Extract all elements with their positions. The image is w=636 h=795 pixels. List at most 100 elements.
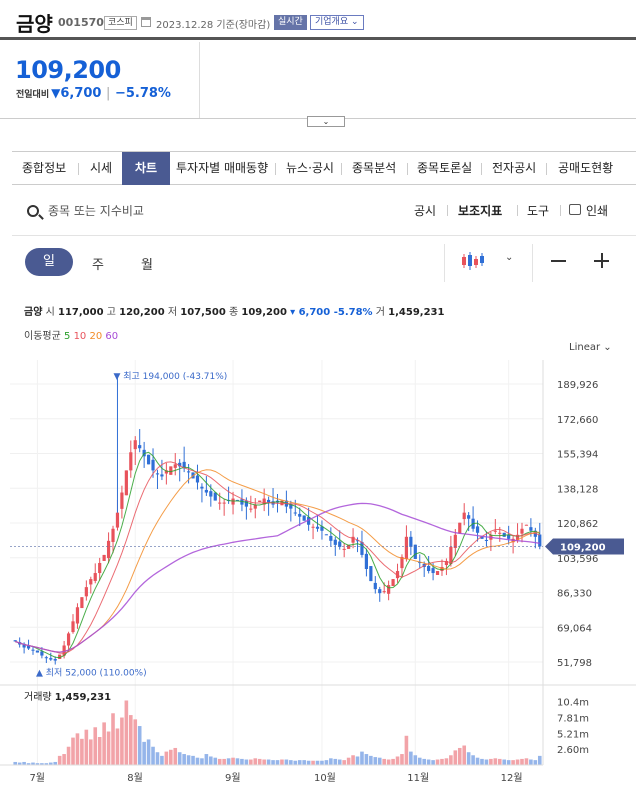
volume-bar <box>409 751 413 765</box>
volume-bar <box>200 758 204 765</box>
change-row: 전일대비 ▼6,700 | −5.78% <box>16 86 171 101</box>
volume-bar <box>289 760 293 765</box>
price-detail-panel <box>200 42 636 118</box>
realtime-button[interactable]: 실시간 <box>274 15 307 30</box>
tools-button[interactable]: 도구 <box>527 202 549 219</box>
candle-body <box>298 513 302 517</box>
zoom-out-button[interactable] <box>551 260 566 262</box>
candle-body <box>409 536 413 547</box>
zoom-in-button[interactable] <box>594 253 609 268</box>
period-week-button[interactable]: 주 <box>92 254 104 273</box>
x-tick-label: 10월 <box>314 772 336 784</box>
volume-bar <box>520 758 524 765</box>
volume-bar <box>182 754 186 765</box>
volume-bar <box>404 735 409 765</box>
volume-bar <box>257 758 262 765</box>
volume-bar <box>111 713 115 765</box>
compare-search-input[interactable]: 종목 또는 지수비교 <box>48 202 144 219</box>
volume-bar <box>502 759 507 765</box>
search-icon[interactable] <box>27 205 39 217</box>
tab-analysis[interactable]: 종목분석 <box>352 152 396 185</box>
candle-body <box>102 554 106 561</box>
moving-average-legend[interactable]: 이동평균 5 10 20 60 <box>24 327 118 342</box>
volume-bar <box>395 756 400 765</box>
volume-bar <box>84 729 89 765</box>
volume-bar <box>435 759 440 765</box>
volume-bar <box>213 757 218 765</box>
volume-bar <box>133 719 138 765</box>
change-percent: −5.78% <box>114 86 171 101</box>
period-day-button[interactable]: 일 <box>25 248 73 276</box>
volume-bar <box>142 741 146 765</box>
candle-body <box>293 512 297 514</box>
period-selector: 일 주 월 ⌄ <box>12 236 636 290</box>
volume-bar <box>529 759 533 765</box>
volume-bar <box>186 755 191 765</box>
tab-separator <box>546 163 547 175</box>
company-info-button[interactable]: 기업개요 ⌄ <box>310 15 364 30</box>
price-chart[interactable]: 189,926 172,660 155,394 138,128 120,862 103,5… <box>0 360 636 795</box>
volume-bar <box>244 759 249 765</box>
tab-separator <box>481 163 482 175</box>
stock-header: 금양 001570 코스피 2023.12.28 기준(장마감) 실시간 기업개… <box>0 0 636 40</box>
volume-bar <box>62 754 66 765</box>
tab-investor-trading[interactable]: 투자자별 매매동향 <box>176 152 268 185</box>
tab-news-disclosure[interactable]: 뉴스·공시 <box>286 152 334 185</box>
x-tick-label: 9월 <box>225 772 241 784</box>
print-icon[interactable] <box>569 204 581 215</box>
candle-body <box>49 658 53 660</box>
candle-chart-type-icon[interactable] <box>461 250 485 272</box>
chevron-down-icon[interactable]: ⌄ <box>505 252 513 263</box>
print-button[interactable]: 인쇄 <box>586 202 608 219</box>
tab-overview[interactable]: 종합정보 <box>22 152 66 185</box>
volume-bar <box>373 757 378 765</box>
candle-body <box>378 589 382 594</box>
volume-bar <box>231 757 235 765</box>
x-tick-label: 8월 <box>127 772 143 784</box>
volume-bar <box>271 760 275 765</box>
current-price: 109,200 <box>15 56 121 84</box>
candle-body <box>222 502 226 504</box>
candle-body <box>324 534 328 536</box>
tab-chart[interactable]: 차트 <box>122 152 170 185</box>
candle-body <box>129 452 133 471</box>
volume-bar <box>302 760 306 765</box>
change-amount: 6,700 <box>60 86 102 101</box>
candle-body <box>169 466 173 475</box>
y-tick-label: 51,798 <box>557 658 592 669</box>
volume-bar <box>249 759 253 765</box>
expand-toggle-button[interactable]: ⌄ <box>307 116 345 127</box>
volume-bar <box>489 758 493 765</box>
volume-bar <box>369 755 373 765</box>
candle-body <box>498 532 502 534</box>
volume-bar <box>204 754 209 765</box>
candle-body <box>458 522 462 534</box>
disclosure-button[interactable]: 공시 <box>414 202 436 219</box>
indicator-button[interactable]: 보조지표 <box>458 202 502 219</box>
x-tick-label: 11월 <box>407 772 429 784</box>
candle-body <box>453 534 457 548</box>
volume-bar <box>191 755 195 765</box>
candle-body <box>231 498 235 505</box>
y-tick-label: 189,926 <box>557 380 598 391</box>
period-month-button[interactable]: 월 <box>141 254 153 273</box>
candle-body <box>186 471 191 473</box>
candle-body <box>427 566 431 572</box>
volume-bar <box>537 755 542 765</box>
ohlc-name: 금양 <box>24 307 43 318</box>
volume-bar <box>217 758 222 765</box>
candle-body <box>195 475 200 483</box>
ma-label: 이동평균 <box>24 331 61 342</box>
volume-bar <box>342 760 346 765</box>
candle-body <box>315 526 320 529</box>
tab-short-selling[interactable]: 공매도현황 <box>558 152 613 185</box>
candle-body <box>89 579 93 585</box>
volume-bar <box>431 760 435 765</box>
volume-bar <box>222 758 226 765</box>
tab-quotes[interactable]: 시세 <box>90 152 112 185</box>
scale-selector[interactable]: Linear ⌄ <box>569 342 612 353</box>
tab-e-disclosure[interactable]: 전자공시 <box>492 152 536 185</box>
tab-discussion[interactable]: 종목토론실 <box>417 152 472 185</box>
candle-body <box>151 459 155 471</box>
volume-bar <box>169 749 173 765</box>
